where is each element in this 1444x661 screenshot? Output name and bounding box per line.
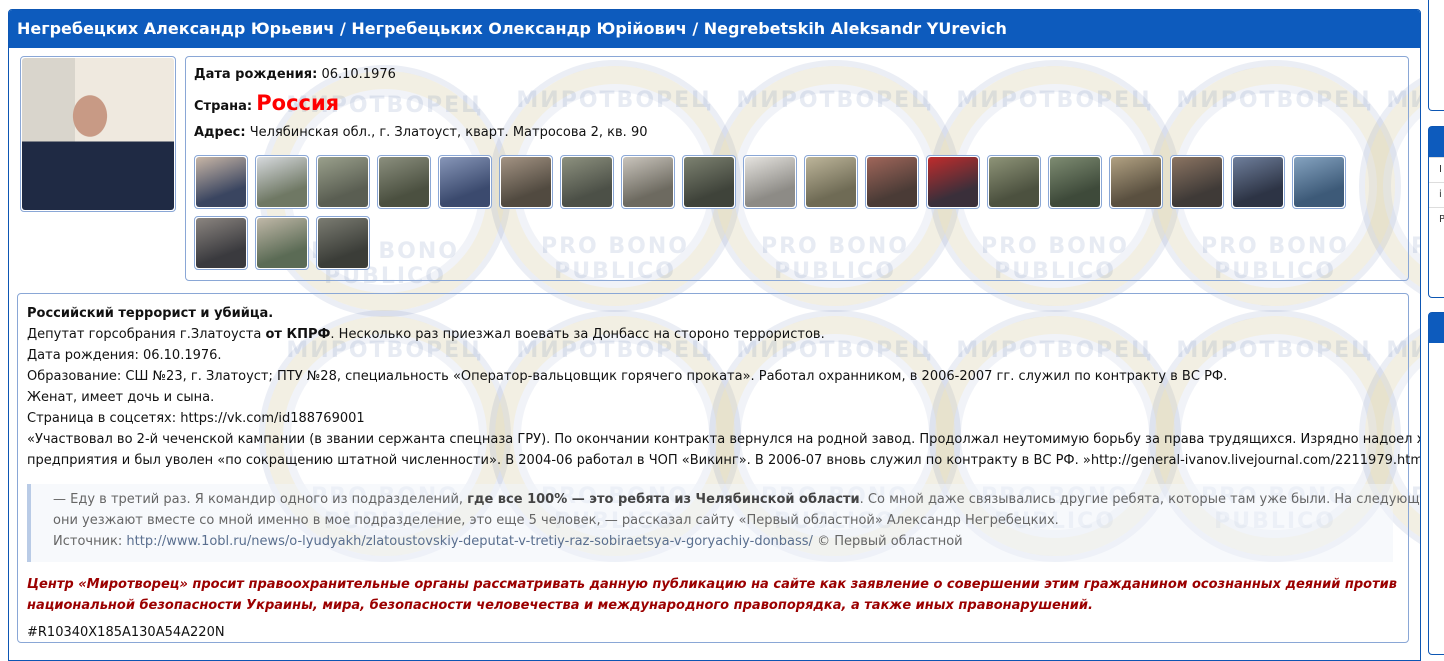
gallery-thumbnail-image bbox=[928, 157, 978, 207]
profile-photo-image bbox=[22, 58, 174, 210]
gallery-thumbnail[interactable] bbox=[377, 155, 431, 209]
address-label: Адрес: bbox=[194, 125, 246, 140]
gallery-thumbnail[interactable] bbox=[499, 155, 553, 209]
birth-date-row: Дата рождения: 06.10.1976 bbox=[194, 67, 396, 82]
social-link[interactable]: https://vk.com/id188769001 bbox=[180, 411, 364, 426]
gallery-thumbnail[interactable] bbox=[560, 155, 614, 209]
country-label: Страна: bbox=[194, 99, 253, 114]
address-value: Челябинская обл., г. Златоуст, кварт. Ма… bbox=[249, 125, 648, 140]
gallery-thumbnail-image bbox=[684, 157, 734, 207]
gallery-thumbnail[interactable] bbox=[1048, 155, 1102, 209]
record-code: #R10340X185A130A54A220N bbox=[27, 625, 225, 640]
quote-line: — Еду в третий раз. Я командир одного из… bbox=[53, 492, 1420, 507]
gallery-thumbnail[interactable] bbox=[1231, 155, 1285, 209]
sidebar-widget bbox=[1428, 0, 1444, 111]
gallery-thumbnail[interactable] bbox=[865, 155, 919, 209]
sidebar-widget: І і Р bbox=[1428, 126, 1444, 298]
gallery-thumbnail-image bbox=[562, 157, 612, 207]
gallery-thumbnail-image bbox=[196, 218, 246, 268]
gallery-thumbnail-image bbox=[196, 157, 246, 207]
info-box: Дата рождения: 06.10.1976 Страна: Россия… bbox=[185, 56, 1409, 281]
gallery-thumbnail[interactable] bbox=[1170, 155, 1224, 209]
gallery-thumbnail-image bbox=[867, 157, 917, 207]
description-line: Образование: СШ №23, г. Златоуст; ПТУ №2… bbox=[27, 369, 1228, 384]
warning-text: национальной безопасности Украины, мира,… bbox=[27, 598, 1093, 613]
gallery-thumbnail[interactable] bbox=[316, 155, 370, 209]
gallery-thumbnail-image bbox=[318, 218, 368, 268]
gallery-thumbnail[interactable] bbox=[926, 155, 980, 209]
gallery-thumbnail[interactable] bbox=[194, 155, 248, 209]
description-heading: Российский террорист и убийца. bbox=[27, 306, 274, 321]
gallery-thumbnail-image bbox=[1111, 157, 1161, 207]
warning-text: Центр «Миротворец» просит правоохранител… bbox=[27, 577, 1397, 592]
description-line: «Участвовал во 2-й чеченской кампании (в… bbox=[27, 432, 1421, 447]
country-value: Россия bbox=[256, 91, 340, 115]
gallery-thumbnail[interactable] bbox=[621, 155, 675, 209]
sidebar-item[interactable]: і bbox=[1429, 182, 1444, 207]
gallery-thumbnail-image bbox=[1233, 157, 1283, 207]
description-line: Дата рождения: 06.10.1976. bbox=[27, 348, 222, 363]
sidebar-widget bbox=[1428, 312, 1444, 655]
gallery-thumbnail-image bbox=[806, 157, 856, 207]
gallery-thumbnail[interactable] bbox=[316, 216, 370, 270]
sidebar-item[interactable]: І bbox=[1429, 157, 1444, 182]
gallery-thumbnail[interactable] bbox=[255, 155, 309, 209]
gallery-thumbnail-image bbox=[1294, 157, 1344, 207]
description-line: предприятия и был уволен «по сокращению … bbox=[27, 453, 1421, 468]
gallery-thumbnail-image bbox=[1050, 157, 1100, 207]
address-row: Адрес: Челябинская обл., г. Златоуст, кв… bbox=[194, 125, 648, 140]
social-link-row: Страница в соцсетях: https://vk.com/id18… bbox=[27, 411, 365, 426]
gallery-thumbnail-image bbox=[440, 157, 490, 207]
gallery-thumbnail-image bbox=[501, 157, 551, 207]
gallery-thumbnail[interactable] bbox=[1292, 155, 1346, 209]
gallery-thumbnail[interactable] bbox=[255, 216, 309, 270]
sidebar-widget-header bbox=[1429, 127, 1444, 157]
gallery-thumbnail[interactable] bbox=[194, 216, 248, 270]
gallery-thumbnail-image bbox=[1172, 157, 1222, 207]
gallery-thumbnail[interactable] bbox=[987, 155, 1041, 209]
sidebar-widget-header bbox=[1429, 313, 1444, 343]
profile-photo[interactable] bbox=[20, 56, 176, 212]
gallery-thumbnail-image bbox=[318, 157, 368, 207]
gallery-thumbnail[interactable] bbox=[682, 155, 736, 209]
description-box: Российский террорист и убийца. Депутат г… bbox=[17, 293, 1420, 643]
page-title: Негребецких Александр Юрьевич / Негребец… bbox=[9, 10, 1420, 48]
gallery-thumbnail-image bbox=[379, 157, 429, 207]
quote-source: Источник: http://www.1obl.ru/news/o-lyud… bbox=[53, 534, 963, 549]
description-line: Депутат горсобрания г.Златоуста от КПРФ.… bbox=[27, 327, 825, 342]
quote-line: они уезжают вместе со мной именно в мое … bbox=[53, 513, 1059, 528]
sidebar-item[interactable]: Р bbox=[1429, 207, 1444, 232]
gallery-thumbnail-image bbox=[257, 157, 307, 207]
gallery-thumbnail-image bbox=[989, 157, 1039, 207]
birth-date-value: 06.10.1976 bbox=[321, 67, 396, 82]
gallery-thumbnail-image bbox=[257, 218, 307, 268]
country-row: Страна: Россия bbox=[194, 91, 339, 115]
quote-block: — Еду в третий раз. Я командир одного из… bbox=[27, 484, 1420, 562]
profile-panel: Негребецких Александр Юрьевич / Негребец… bbox=[8, 9, 1421, 661]
gallery-thumbnail-image bbox=[623, 157, 673, 207]
description-line: Женат, имеет дочь и сына. bbox=[27, 390, 215, 405]
birth-date-label: Дата рождения: bbox=[194, 67, 318, 82]
source-link[interactable]: http://www.1obl.ru/news/o-lyudyakh/zlato… bbox=[126, 534, 813, 549]
gallery-thumbnail[interactable] bbox=[1109, 155, 1163, 209]
gallery-thumbnail[interactable] bbox=[743, 155, 797, 209]
gallery-thumbnail[interactable] bbox=[438, 155, 492, 209]
gallery-thumbnail[interactable] bbox=[804, 155, 858, 209]
gallery-thumbnail-image bbox=[745, 157, 795, 207]
